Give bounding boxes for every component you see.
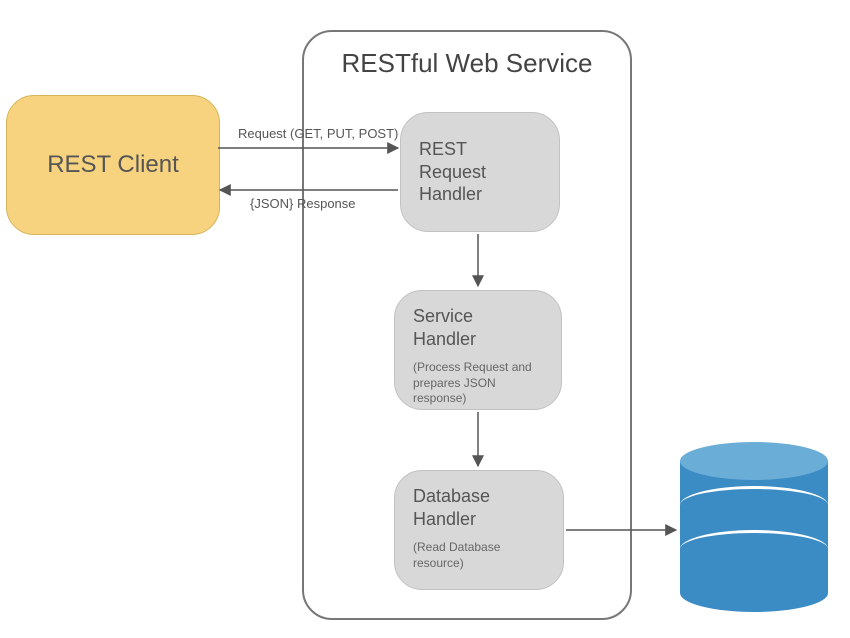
rest-client-node: REST Client [6, 95, 220, 235]
service-handler-subtitle: (Process Request and prepares JSON respo… [413, 360, 543, 407]
database-handler-subtitle: (Read Database resource) [413, 540, 545, 571]
request-arrow-label: Request (GET, PUT, POST) [238, 126, 398, 141]
database-icon [680, 442, 828, 612]
response-arrow-label: {JSON} Response [250, 196, 356, 211]
diagram-canvas: REST Client RESTful Web Service REST Req… [0, 0, 850, 638]
rest-request-handler-node: REST Request Handler [400, 112, 560, 232]
service-handler-label: Service Handler [413, 305, 543, 350]
rest-request-handler-label: REST Request Handler [419, 138, 486, 206]
service-handler-node: Service Handler (Process Request and pre… [394, 290, 562, 410]
database-handler-label: Database Handler [413, 485, 545, 530]
rest-client-label: REST Client [47, 151, 179, 179]
restful-service-title: RESTful Web Service [312, 48, 622, 79]
database-handler-node: Database Handler (Read Database resource… [394, 470, 564, 590]
